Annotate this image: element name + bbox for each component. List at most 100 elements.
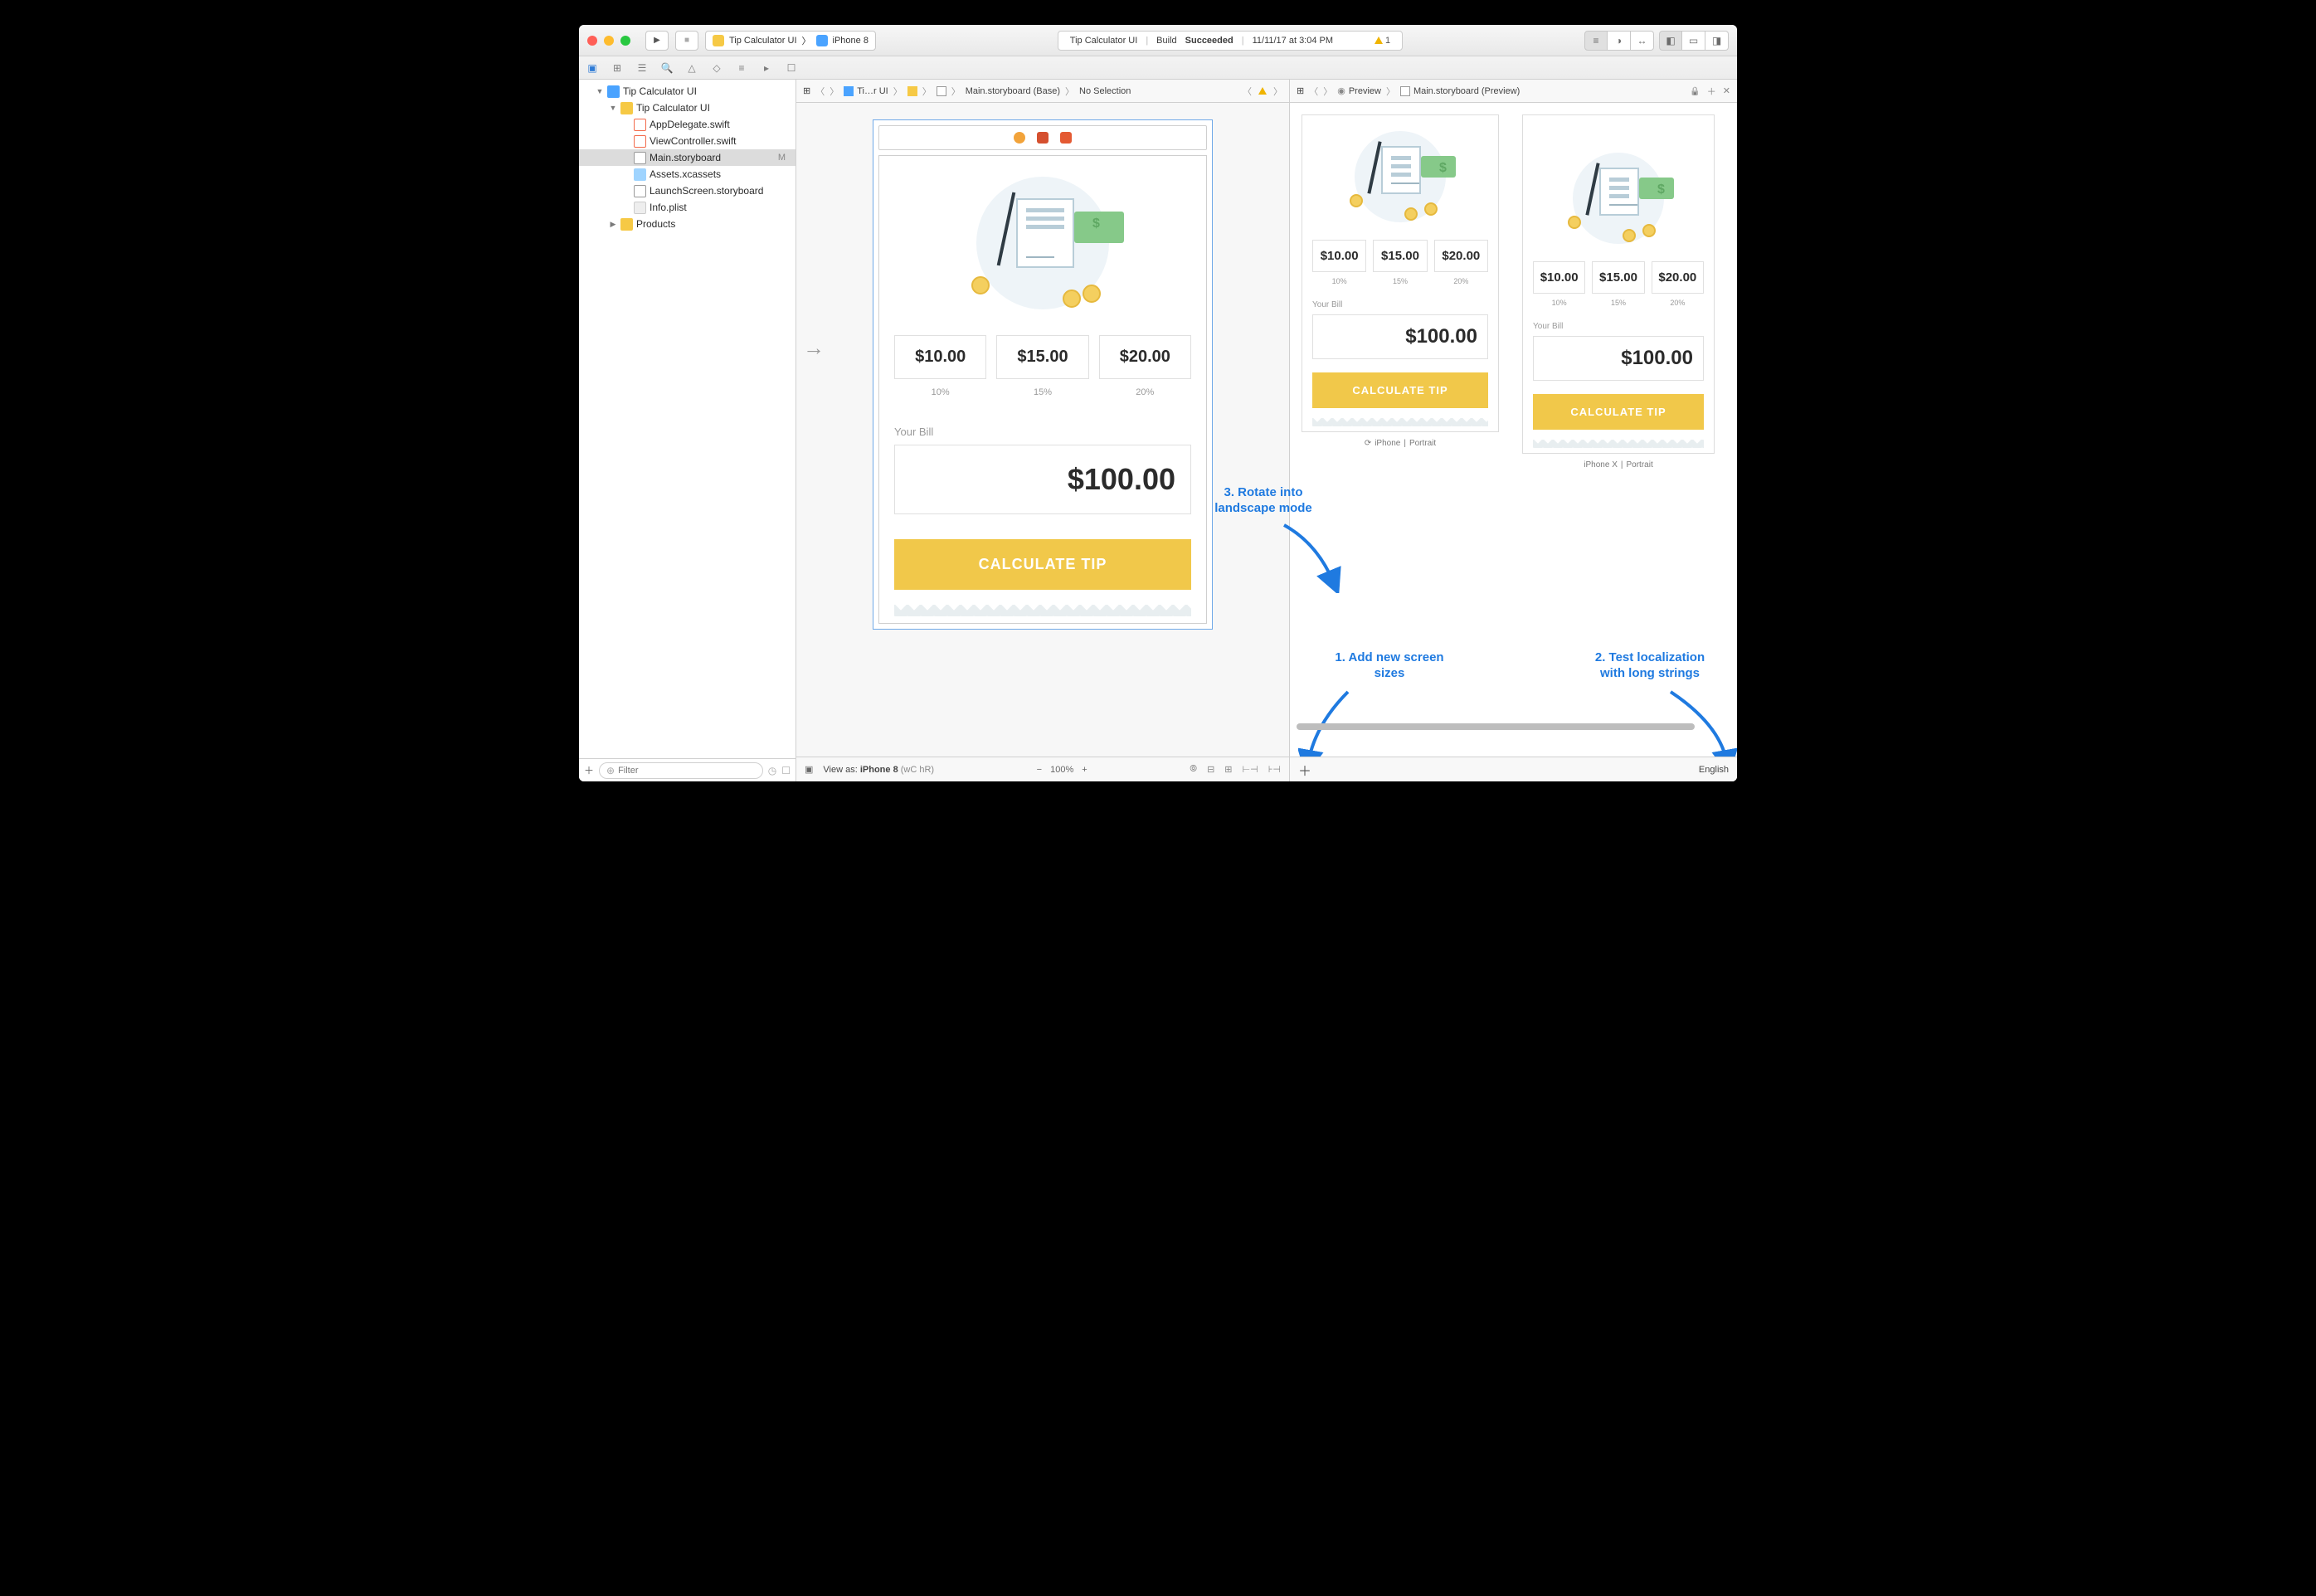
tree-group-row[interactable]: ▶ Products [579,216,796,232]
debug-navigator-tab[interactable]: ≡ [735,61,748,75]
size-inspector-button[interactable]: ⊦⊣ [1268,764,1281,775]
warnings-badge[interactable]: 1 [1375,36,1390,46]
symbol-navigator-tab[interactable]: ☰ [635,61,649,75]
breadcrumb-item[interactable]: Ti…r UI [844,86,888,96]
zoom-out-button[interactable]: − [1037,765,1042,775]
breadcrumb-item[interactable] [937,86,946,96]
related-items-icon[interactable]: ⊞ [1297,85,1304,96]
prev-issue-button[interactable]: 〈 [1243,85,1252,98]
zoom-in-button[interactable]: + [1082,765,1087,775]
report-navigator-tab[interactable]: ☐ [785,61,798,75]
calculate-button[interactable]: CALCULATE TIP [894,539,1191,590]
add-assistant-button[interactable]: ＋ [1707,85,1716,98]
preview-device[interactable]: $10.00 $15.00 $20.00 10% 15% 20% Your Bi… [1522,114,1715,757]
forward-button[interactable]: 〉 [1323,85,1332,98]
tree-file-row-selected[interactable]: Main.storyboard M [579,149,796,166]
filter-field[interactable]: ⊕ [599,762,763,779]
horizontal-scrollbar[interactable] [1297,722,1730,732]
recent-filter-button[interactable]: ◷ [768,765,776,776]
exit-icon[interactable] [1060,132,1072,144]
back-button[interactable]: 〈 [815,85,825,98]
next-issue-button[interactable]: 〉 [1273,85,1282,98]
close-window-button[interactable] [587,36,597,46]
version-editor-button[interactable]: ↔ [1631,31,1654,51]
vc-icon[interactable] [1014,132,1025,144]
modified-badge: M [778,153,791,163]
minimize-window-button[interactable] [604,36,614,46]
preview-device-label[interactable]: ⟳ iPhone | Portrait [1302,439,1499,448]
rotate-icon[interactable]: ⟳ [1365,439,1371,448]
status-build-prefix: Build [1156,36,1176,46]
root-view[interactable]: $10.00 $15.00 $20.00 10% 15% 20% Your Bi… [878,155,1207,624]
tree-file-row[interactable]: Assets.xcassets [579,166,796,182]
preview-language-selector[interactable]: English [1699,765,1729,775]
tree-project-row[interactable]: ▼ Tip Calculator UI [579,83,796,100]
embed-in-button[interactable]: ⦾ [1190,764,1197,775]
find-navigator-tab[interactable]: 🔍 [660,61,674,75]
toggle-navigator-button[interactable]: ◧ [1659,31,1682,51]
tree-file-row[interactable]: Info.plist [579,199,796,216]
navigator-tab-strip: ▣ ⊞ ☰ 🔍 △ ◇ ≡ ▸ ☐ [579,56,1737,80]
preview-device-label[interactable]: iPhone X | Portrait [1522,460,1715,470]
jump-bar[interactable]: ⊞ 〈 〉 Ti…r UI 〉 〉 〉 Main.storyboard (Bas… [796,80,1289,103]
add-button[interactable]: ＋ [584,763,594,777]
preview-view: $10.00 $15.00 $20.00 10% 15% 20% Your Bi… [1302,114,1499,432]
lock-icon[interactable] [1690,86,1700,96]
tip-option[interactable]: $20.00 [1099,335,1191,379]
run-button[interactable] [645,31,669,51]
assistant-jump-bar[interactable]: ⊞ 〈 〉 ◉ Preview 〉 Main.storyboard (Previ… [1290,80,1737,103]
document-outline-toggle[interactable]: ▣ [805,764,813,775]
issue-navigator-tab[interactable]: △ [685,61,698,75]
disclosure-icon[interactable]: ▼ [609,104,617,112]
standard-editor-button[interactable]: ≡ [1584,31,1608,51]
test-navigator-tab[interactable]: ◇ [710,61,723,75]
view-controller-scene[interactable]: $10.00 $15.00 $20.00 10% 15% 20% Your Bi… [873,119,1213,630]
toggle-inspector-button[interactable]: ◨ [1705,31,1729,51]
pin-button[interactable]: ⊞ [1224,764,1232,775]
resolve-issues-button[interactable]: ⊢⊣ [1243,764,1258,775]
breadcrumb-item[interactable] [907,86,917,96]
breadcrumb-item[interactable]: No Selection [1079,86,1131,96]
disclosure-icon[interactable]: ▶ [609,220,617,229]
scene-dock[interactable] [878,125,1207,150]
folder-icon [620,218,633,231]
preview-device[interactable]: $10.00 $15.00 $20.00 10% 15% 20% Your Bi… [1302,114,1499,757]
project-navigator: ▼ Tip Calculator UI ▼ Tip Calculator UI … [579,80,796,781]
view-as-label[interactable]: View as: iPhone 8 (wC hR) [823,765,934,775]
breadcrumb-item[interactable]: ◉ Preview [1337,85,1381,96]
zoom-window-button[interactable] [620,36,630,46]
first-responder-icon[interactable] [1037,132,1049,144]
align-button[interactable]: ⊟ [1207,764,1214,775]
tip-option[interactable]: $15.00 [996,335,1088,379]
disclosure-icon[interactable]: ▼ [596,87,604,95]
bill-field[interactable]: $100.00 [894,445,1191,514]
scheme-selector[interactable]: Tip Calculator UI 〉 iPhone 8 [705,31,876,51]
close-assistant-button[interactable]: ✕ [1723,85,1730,96]
back-button[interactable]: 〈 [1309,85,1318,98]
preview-canvas[interactable]: $10.00 $15.00 $20.00 10% 15% 20% Your Bi… [1290,103,1737,757]
source-control-navigator-tab[interactable]: ⊞ [611,61,624,75]
add-preview-device-button[interactable]: ＋ [1298,760,1311,780]
breadcrumb-item[interactable]: Main.storyboard (Base) [966,86,1060,96]
toggle-debug-area-button[interactable]: ▭ [1682,31,1705,51]
tree-group-row[interactable]: ▼ Tip Calculator UI [579,100,796,116]
tip-option[interactable]: $10.00 [894,335,986,379]
bill-label: Your Bill [894,426,1191,438]
assistant-editor-button[interactable]: ◑ [1608,31,1631,51]
tip-option: $10.00 [1312,240,1366,272]
stop-button[interactable] [675,31,698,51]
related-items-icon[interactable]: ⊞ [803,85,810,96]
tree-file-row[interactable]: ViewController.swift [579,133,796,149]
breakpoint-navigator-tab[interactable]: ▸ [760,61,773,75]
filter-input[interactable] [618,766,756,776]
zoom-level[interactable]: 100% [1050,765,1073,775]
status-pill[interactable]: Tip Calculator UI | Build Succeeded | 11… [1058,31,1403,51]
project-navigator-tab[interactable]: ▣ [586,61,599,75]
ib-canvas[interactable]: → [796,103,1289,757]
tree-file-row[interactable]: AppDelegate.swift [579,116,796,133]
forward-button[interactable]: 〉 [830,85,839,98]
scm-filter-button[interactable]: ☐ [781,765,791,776]
breadcrumb-item[interactable]: Main.storyboard (Preview) [1400,86,1520,96]
scrollbar-thumb[interactable] [1297,723,1695,730]
tree-file-row[interactable]: LaunchScreen.storyboard [579,182,796,199]
